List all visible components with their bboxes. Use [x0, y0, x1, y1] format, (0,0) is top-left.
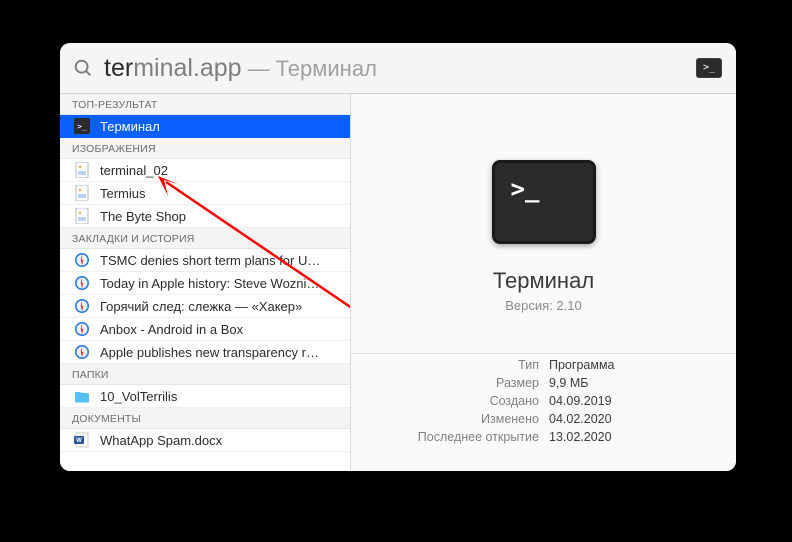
terminal-icon: >_: [696, 58, 722, 78]
result-row[interactable]: Termius: [60, 182, 350, 205]
app-icon-large: >_: [492, 160, 596, 244]
result-row[interactable]: Горячий след: слежка — «Хакер»: [60, 295, 350, 318]
result-row[interactable]: Apple publishes new transparency r…: [60, 341, 350, 364]
folder-icon: [74, 388, 90, 404]
result-row[interactable]: 10_VolTerrilis: [60, 385, 350, 408]
result-label: terminal_02: [100, 163, 168, 178]
svg-text:W: W: [76, 438, 82, 444]
meta-row: Создано 04.09.2019: [351, 390, 714, 408]
safari-icon: [74, 344, 90, 360]
terminal-icon: >_: [74, 118, 90, 134]
meta-value: 04.02.2020: [549, 412, 612, 426]
result-label: Today in Apple history: Steve Wozni…: [100, 276, 319, 291]
meta-row: Размер 9,9 МБ: [351, 372, 714, 390]
safari-icon: [74, 321, 90, 337]
meta-row: Последнее открытие 13.02.2020: [351, 426, 714, 444]
safari-icon: [74, 252, 90, 268]
result-row[interactable]: Anbox - Android in a Box: [60, 318, 350, 341]
result-label: TSMC denies short term plans for U…: [100, 253, 320, 268]
safari-icon: [74, 275, 90, 291]
meta-key: Последнее открытие: [351, 430, 539, 444]
safari-icon: [74, 298, 90, 314]
meta-key: Размер: [351, 376, 539, 390]
result-label: Терминал: [100, 119, 160, 134]
result-label: WhatApp Spam.docx: [100, 433, 222, 448]
meta-key: Тип: [351, 358, 539, 372]
preview-metadata: Тип Программа Размер 9,9 МБ Создано 04.09.201…: [351, 353, 736, 452]
meta-key: Создано: [351, 394, 539, 408]
result-row[interactable]: >_ Терминал: [60, 115, 350, 138]
meta-key: Изменено: [351, 412, 539, 426]
meta-value: 04.09.2019: [549, 394, 612, 408]
result-label: Apple publishes new transparency r…: [100, 345, 319, 360]
section-header-folders: ПАПКИ: [60, 364, 350, 385]
image-file-icon: [74, 162, 90, 178]
result-label: Anbox - Android in a Box: [100, 322, 243, 337]
result-row[interactable]: terminal_02: [60, 159, 350, 182]
results-sidebar: ТОП-РЕЗУЛЬТАТ >_ Терминал ИЗОБРАЖЕНИЯ ter…: [60, 94, 351, 471]
result-row[interactable]: Today in Apple history: Steve Wozni…: [60, 272, 350, 295]
result-label: Горячий след: слежка — «Хакер»: [100, 299, 302, 314]
preview-title: Терминал: [493, 268, 594, 294]
result-label: Termius: [100, 186, 146, 201]
meta-row: Тип Программа: [351, 354, 714, 372]
search-icon: [72, 57, 94, 79]
section-header-images: ИЗОБРАЖЕНИЯ: [60, 138, 350, 159]
preview-version: Версия: 2.10: [505, 298, 581, 313]
preview-pane: >_ Терминал Версия: 2.10 ТипПрограммаРаз…: [351, 94, 736, 471]
meta-value: 13.02.2020: [549, 430, 612, 444]
meta-value: 9,9 МБ: [549, 376, 588, 390]
word-doc-icon: W: [74, 432, 90, 448]
search-bar[interactable]: terminal.app — Терминал >_: [60, 43, 736, 93]
result-row[interactable]: W WhatApp Spam.docx: [60, 429, 350, 452]
search-input[interactable]: terminal.app — Терминал: [104, 54, 696, 83]
result-label: 10_VolTerrilis: [100, 389, 177, 404]
section-header-bookmarks: ЗАКЛАДКИ И ИСТОРИЯ: [60, 228, 350, 249]
result-label: The Byte Shop: [100, 209, 186, 224]
image-file-icon: [74, 185, 90, 201]
image-file-icon: [74, 208, 90, 224]
result-row[interactable]: TSMC denies short term plans for U…: [60, 249, 350, 272]
meta-value: Программа: [549, 358, 615, 372]
section-header-top: ТОП-РЕЗУЛЬТАТ: [60, 94, 350, 115]
spotlight-window: terminal.app — Терминал >_ ТОП-РЕЗУЛЬТАТ…: [60, 43, 736, 471]
section-header-documents: ДОКУМЕНТЫ: [60, 408, 350, 429]
result-row[interactable]: The Byte Shop: [60, 205, 350, 228]
meta-row: Изменено 04.02.2020: [351, 408, 714, 426]
